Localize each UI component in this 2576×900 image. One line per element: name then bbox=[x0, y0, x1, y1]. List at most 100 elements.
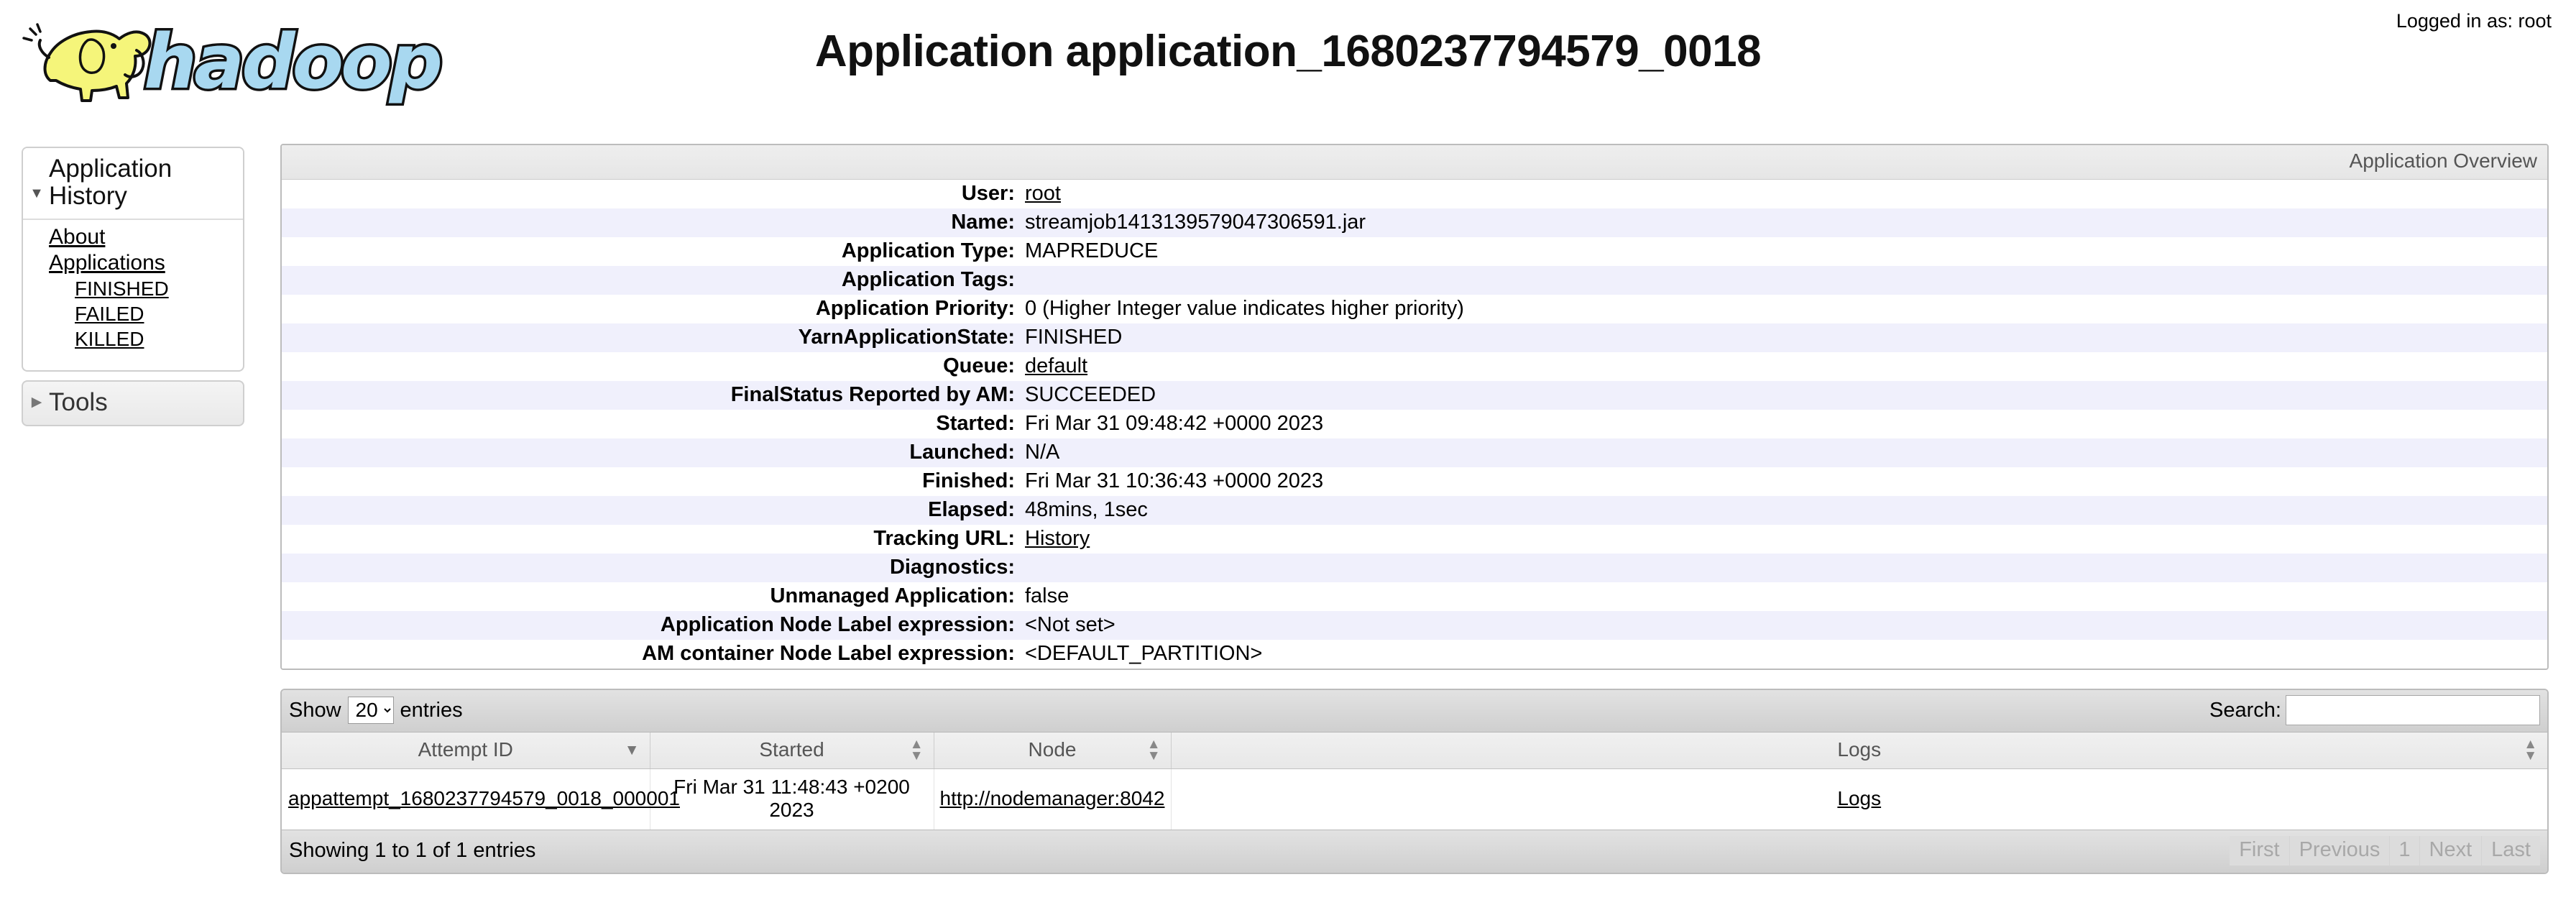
row-label: User: bbox=[282, 180, 1025, 208]
sidebar-tools-label: Tools bbox=[46, 388, 108, 417]
column-label: Logs bbox=[1837, 738, 1881, 761]
sidebar: ▼ Application History About Applications… bbox=[22, 147, 244, 426]
row-label: AM container Node Label expression: bbox=[282, 640, 1025, 669]
sidebar-section-tools[interactable]: ▶ Tools bbox=[22, 380, 244, 426]
application-overview-table: User:root Name:streamjob1413139579047306… bbox=[282, 180, 2547, 669]
application-attempts-table: Attempt ID ▼ Started ▲▼ Node ▲▼ Logs bbox=[282, 733, 2547, 830]
logged-in-status: Logged in as: root bbox=[2396, 10, 2552, 32]
sidebar-links: About Applications FINISHED FAILED KILLE… bbox=[23, 220, 243, 370]
queue-link[interactable]: default bbox=[1025, 354, 1087, 377]
sidebar-link-about[interactable]: About bbox=[23, 224, 243, 250]
tracking-url-link[interactable]: History bbox=[1025, 527, 1090, 550]
row-value: root bbox=[1025, 180, 2547, 208]
row-value: 0 (Higher Integer value indicates higher… bbox=[1025, 295, 2547, 323]
entries-per-page-select[interactable]: 20 bbox=[348, 697, 394, 724]
column-label: Started bbox=[759, 738, 824, 761]
pagination-last[interactable]: Last bbox=[2481, 836, 2540, 865]
column-header-node[interactable]: Node ▲▼ bbox=[934, 733, 1171, 769]
table-row: appattempt_1680237794579_0018_000001 Fri… bbox=[282, 769, 2547, 830]
row-label: YarnApplicationState: bbox=[282, 323, 1025, 352]
search-input[interactable] bbox=[2286, 695, 2540, 725]
row-label: Elapsed: bbox=[282, 496, 1025, 525]
sort-descending-icon: ▼ bbox=[625, 744, 640, 757]
row-value: Fri Mar 31 10:36:43 +0000 2023 bbox=[1025, 467, 2547, 496]
table-row: Elapsed:48mins, 1sec bbox=[282, 496, 2547, 525]
table-row: User:root bbox=[282, 180, 2547, 208]
search-label: Search: bbox=[2209, 699, 2281, 722]
row-label: Finished: bbox=[282, 467, 1025, 496]
node-link[interactable]: http://nodemanager:8042 bbox=[940, 787, 1165, 809]
page-header: hadoop Application application_168023779… bbox=[0, 0, 2576, 127]
row-value: <DEFAULT_PARTITION> bbox=[1025, 640, 2547, 669]
sidebar-link-failed[interactable]: FAILED bbox=[23, 301, 243, 326]
row-value: <Not set> bbox=[1025, 611, 2547, 640]
table-row: Started:Fri Mar 31 09:48:42 +0000 2023 bbox=[282, 410, 2547, 438]
logs-link[interactable]: Logs bbox=[1837, 787, 1881, 809]
row-value: FINISHED bbox=[1025, 323, 2547, 352]
sidebar-link-applications[interactable]: Applications bbox=[23, 250, 243, 276]
caret-down-icon: ▼ bbox=[27, 165, 46, 201]
row-label: Application Node Label expression: bbox=[282, 611, 1025, 640]
datatable-toolbar: Show 20 entries Search: bbox=[282, 690, 2547, 733]
row-value: MAPREDUCE bbox=[1025, 237, 2547, 266]
row-label: FinalStatus Reported by AM: bbox=[282, 381, 1025, 410]
table-row: Application Tags: bbox=[282, 266, 2547, 295]
application-overview-panel: Application Overview User:root Name:stre… bbox=[280, 144, 2549, 670]
sort-none-icon: ▲▼ bbox=[2524, 739, 2537, 762]
pagination: First Previous 1 Next Last bbox=[2230, 836, 2540, 865]
cell-node: http://nodemanager:8042 bbox=[934, 769, 1171, 830]
pagination-page-1[interactable]: 1 bbox=[2389, 836, 2419, 865]
row-label: Application Tags: bbox=[282, 266, 1025, 295]
table-row: YarnApplicationState:FINISHED bbox=[282, 323, 2547, 352]
column-header-started[interactable]: Started ▲▼ bbox=[650, 733, 934, 769]
table-row: Application Priority:0 (Higher Integer v… bbox=[282, 295, 2547, 323]
row-label: Application Priority: bbox=[282, 295, 1025, 323]
sidebar-section-header[interactable]: ▼ Application History bbox=[23, 148, 243, 220]
sidebar-link-finished[interactable]: FINISHED bbox=[23, 276, 243, 301]
table-row: Tracking URL:History bbox=[282, 525, 2547, 554]
pagination-first[interactable]: First bbox=[2230, 836, 2288, 865]
sidebar-section-application-history: ▼ Application History About Applications… bbox=[22, 147, 244, 372]
row-label: Name: bbox=[282, 208, 1025, 237]
cell-attempt-id: appattempt_1680237794579_0018_000001 bbox=[282, 769, 650, 830]
table-header-row: Attempt ID ▼ Started ▲▼ Node ▲▼ Logs bbox=[282, 733, 2547, 769]
table-row: Queue:default bbox=[282, 352, 2547, 381]
search-control: Search: bbox=[2209, 695, 2540, 725]
sidebar-section-title: Application History bbox=[46, 155, 236, 210]
row-label: Started: bbox=[282, 410, 1025, 438]
pagination-previous[interactable]: Previous bbox=[2289, 836, 2390, 865]
datatable-footer: Showing 1 to 1 of 1 entries First Previo… bbox=[282, 830, 2547, 873]
entries-label: entries bbox=[400, 699, 463, 722]
column-header-attempt-id[interactable]: Attempt ID ▼ bbox=[282, 733, 650, 769]
sidebar-link-killed[interactable]: KILLED bbox=[23, 326, 243, 352]
sort-none-icon: ▲▼ bbox=[1147, 739, 1161, 762]
column-label: Attempt ID bbox=[418, 738, 513, 761]
application-overview-caption: Application Overview bbox=[282, 145, 2547, 180]
row-value: History bbox=[1025, 525, 2547, 554]
user-link[interactable]: root bbox=[1025, 182, 1061, 205]
cell-logs: Logs bbox=[1171, 769, 2547, 830]
row-label: Queue: bbox=[282, 352, 1025, 381]
table-row: Finished:Fri Mar 31 10:36:43 +0000 2023 bbox=[282, 467, 2547, 496]
row-value: false bbox=[1025, 582, 2547, 611]
main-panel: Application Overview User:root Name:stre… bbox=[280, 144, 2549, 874]
cell-started: Fri Mar 31 11:48:43 +0200 2023 bbox=[650, 769, 934, 830]
column-header-logs[interactable]: Logs ▲▼ bbox=[1171, 733, 2547, 769]
datatable-info: Showing 1 to 1 of 1 entries bbox=[289, 839, 535, 863]
application-attempts-panel: Show 20 entries Search: bbox=[280, 689, 2549, 874]
table-row: FinalStatus Reported by AM:SUCCEEDED bbox=[282, 381, 2547, 410]
pagination-next[interactable]: Next bbox=[2419, 836, 2482, 865]
row-value bbox=[1025, 266, 2547, 295]
table-row: Unmanaged Application:false bbox=[282, 582, 2547, 611]
row-label: Tracking URL: bbox=[282, 525, 1025, 554]
row-value: 48mins, 1sec bbox=[1025, 496, 2547, 525]
attempt-id-link[interactable]: appattempt_1680237794579_0018_000001 bbox=[288, 787, 680, 809]
table-row: Name:streamjob1413139579047306591.jar bbox=[282, 208, 2547, 237]
row-value: streamjob1413139579047306591.jar bbox=[1025, 208, 2547, 237]
row-label: Launched: bbox=[282, 438, 1025, 467]
row-value: N/A bbox=[1025, 438, 2547, 467]
page-title: Application application_1680237794579_00… bbox=[0, 26, 2576, 77]
sort-none-icon: ▲▼ bbox=[910, 739, 924, 762]
row-value: Fri Mar 31 09:48:42 +0000 2023 bbox=[1025, 410, 2547, 438]
row-label: Application Type: bbox=[282, 237, 1025, 266]
